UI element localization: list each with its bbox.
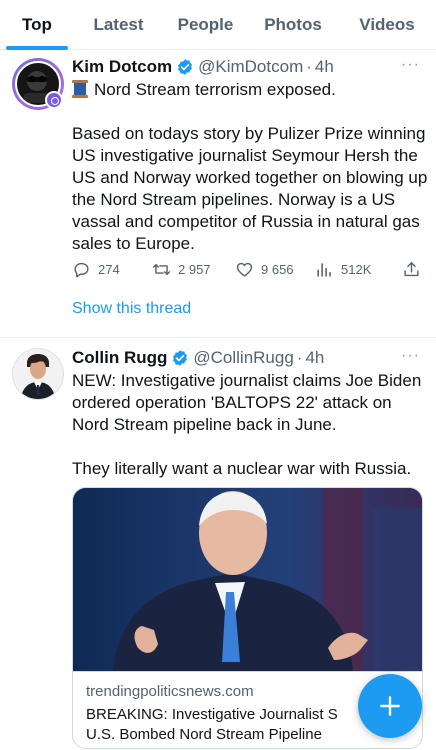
tweet-actions: 274 2 957 9 656 512K <box>72 257 426 281</box>
tweet-text-line: ordered operation 'BALTOPS 22' attack on <box>72 393 392 412</box>
tab-photos[interactable]: Photos <box>248 0 338 50</box>
tweet-text: NEW: Investigative journalist claims Joe… <box>72 370 424 480</box>
tweet-text-line: the Nord Stream pipelines. Norway is a U… <box>72 190 396 209</box>
heart-icon <box>236 262 253 277</box>
search-tabs: Top Latest People Photos Videos <box>0 0 436 50</box>
reply-count: 274 <box>98 261 120 277</box>
tab-videos[interactable]: Videos <box>338 0 436 50</box>
tweet-text-line <box>72 436 424 458</box>
views-icon <box>317 262 331 277</box>
separator: · <box>306 57 312 76</box>
reply-icon <box>74 262 89 277</box>
tweet-header: Kim Dotcom @KimDotcom · 4h <box>72 56 334 78</box>
tweet-header: Collin Rugg @CollinRugg · 4h <box>72 347 324 369</box>
share-icon <box>404 261 419 276</box>
link-card-image <box>73 488 422 671</box>
tweet[interactable]: Kim Dotcom @KimDotcom · 4h ··· Nord Stre… <box>0 50 436 338</box>
retweet-count: 2 957 <box>178 261 211 277</box>
more-options-button[interactable]: ··· <box>401 347 420 365</box>
retweet-button[interactable]: 2 957 <box>152 257 211 281</box>
tweet-text-line: NEW: Investigative journalist claims Joe… <box>72 371 422 390</box>
reply-button[interactable]: 274 <box>72 257 120 281</box>
link-card-domain: trendingpoliticsnews.com <box>86 683 254 700</box>
tweet-text-line <box>72 101 424 123</box>
timestamp[interactable]: 4h <box>315 57 334 77</box>
tweet-text-line: US and Norway worked together on blowing… <box>72 168 428 187</box>
tweet-text-line: US investigative journalist Seymour Hers… <box>72 146 418 165</box>
tab-people[interactable]: People <box>163 0 248 50</box>
like-button[interactable]: 9 656 <box>235 257 294 281</box>
tweet-text: Nord Stream terrorism exposed. Based on … <box>72 79 428 255</box>
tweet-text-line: Nord Stream pipeline back in June. <box>72 415 337 434</box>
author-name[interactable]: Collin Rugg <box>72 348 167 368</box>
retweet-icon <box>152 263 171 275</box>
tweet-text-line: Based on todays story by Pulizer Prize w… <box>72 124 426 143</box>
avatar[interactable] <box>12 348 64 400</box>
separator: · <box>296 348 303 367</box>
verified-badge-icon <box>173 350 188 366</box>
author-handle[interactable]: @CollinRugg <box>193 348 293 368</box>
views-button[interactable]: 512K <box>315 257 371 281</box>
spool-of-thread-emoji <box>72 80 88 98</box>
show-thread-link[interactable]: Show this thread <box>72 300 191 318</box>
like-count: 9 656 <box>261 261 294 277</box>
verified-badge-icon <box>178 59 193 75</box>
tweet-text-line: vassal and competitor of Russia in natur… <box>72 212 420 231</box>
tab-top[interactable]: Top <box>0 0 74 50</box>
tab-latest[interactable]: Latest <box>74 0 163 50</box>
share-button[interactable] <box>402 257 428 281</box>
more-options-button[interactable]: ··· <box>401 56 420 74</box>
tweet-text-line: Nord Stream terrorism exposed. <box>94 80 336 99</box>
tweet-text-line: sales to Europe. <box>72 234 195 253</box>
view-count: 512K <box>341 261 372 277</box>
timestamp[interactable]: 4h <box>305 348 324 368</box>
author-name[interactable]: Kim Dotcom <box>72 57 172 77</box>
author-handle[interactable]: @KimDotcom <box>198 57 303 77</box>
plus-icon <box>380 696 400 716</box>
compose-tweet-button[interactable] <box>358 674 422 738</box>
tweet-text-line: They literally want a nuclear war with R… <box>72 459 412 478</box>
account-badge-icon <box>45 91 63 109</box>
